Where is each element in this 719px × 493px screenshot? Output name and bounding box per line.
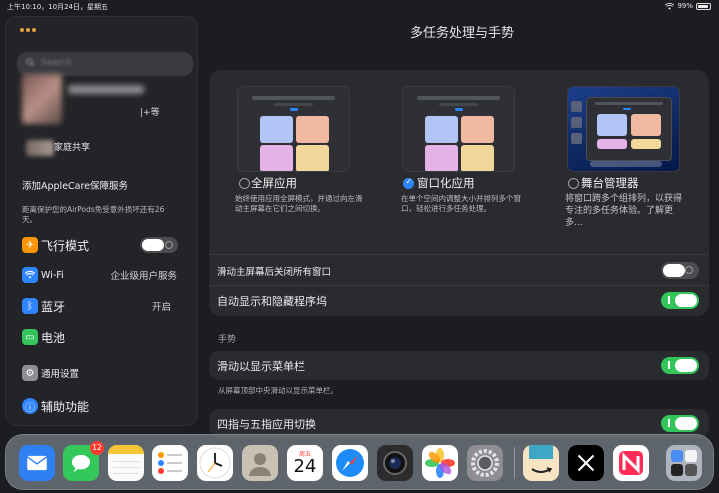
- profile-suffix: |+等: [140, 108, 160, 118]
- sidebar-item-accessibility[interactable]: ⓘ 辅助功能: [22, 396, 187, 416]
- airplane-mode-toggle[interactable]: [140, 237, 178, 253]
- contacts-app-icon[interactable]: [242, 445, 278, 481]
- sidebar-item-label: 辅助功能: [41, 399, 90, 414]
- clock-app-icon[interactable]: [197, 445, 233, 481]
- reminders-app-icon[interactable]: [152, 445, 188, 481]
- news-app-icon[interactable]: [613, 445, 649, 481]
- airpods-note: 距离保护您的AirPods免受意外损坏还有26天。: [22, 205, 165, 224]
- option-description: 将窗口跨多个组排列，以获得专注的多任务体验。了解更多...: [565, 194, 683, 228]
- dock: 12 周五 24: [5, 434, 714, 490]
- sidebar-item-label: 电池: [41, 330, 66, 345]
- windowed-preview-image: [402, 86, 515, 172]
- sidebar-item-label: 蓝牙: [41, 299, 66, 314]
- sidebar-item-bluetooth[interactable]: ᛒ 蓝牙 开启: [22, 296, 187, 316]
- status-bar: 上午10:10，10月24日，星期五 99%: [0, 0, 719, 12]
- stage-manager-radio[interactable]: [568, 178, 579, 189]
- row-label: 滑动以显示菜单栏: [217, 360, 305, 373]
- sidebar-item-label: 通用设置: [41, 369, 80, 380]
- search-icon: [26, 58, 35, 67]
- airplane-icon: ✈: [22, 237, 38, 253]
- photos-app-icon[interactable]: [422, 445, 458, 481]
- calendar-app-icon[interactable]: 周五 24: [287, 445, 323, 481]
- multitasking-card: 全屏应用 始终使用应用全屏模式，并通过向左滑动主屏幕在它们之间切换。 窗口化应用…: [209, 70, 709, 316]
- sidebar-item-airplane[interactable]: ✈ 飞行模式: [22, 235, 187, 255]
- bluetooth-value: 开启: [151, 302, 171, 313]
- fullscreen-radio[interactable]: [239, 178, 250, 189]
- mail-app-icon[interactable]: [19, 445, 55, 481]
- battery-icon: [696, 2, 711, 10]
- page-title: 多任务处理与手势: [410, 26, 515, 41]
- camera-app-icon[interactable]: [377, 445, 413, 481]
- option-label: 窗口化应用: [417, 176, 475, 190]
- notes-app-icon[interactable]: [108, 445, 144, 481]
- battery-settings-icon: ▭: [22, 329, 38, 345]
- option-stage-manager[interactable]: [567, 86, 695, 172]
- auto-hide-dock-toggle[interactable]: [661, 292, 699, 309]
- option-description: 始终使用应用全屏模式，并通过向左滑动主屏幕在它们之间切换。: [235, 194, 363, 213]
- profile-avatar[interactable]: [22, 74, 62, 124]
- row-label: 自动显示和隐藏程序坞: [217, 295, 327, 308]
- search-placeholder: Search: [41, 58, 72, 68]
- settings-app-icon[interactable]: [467, 445, 503, 481]
- safari-app-icon[interactable]: [332, 445, 368, 481]
- row-label: 四指与五指应用切换: [217, 418, 316, 431]
- window-controls[interactable]: [20, 28, 36, 32]
- gestures-section-header: 手势: [218, 335, 237, 345]
- windowed-radio[interactable]: [403, 177, 414, 189]
- close-windows-toggle[interactable]: [661, 262, 699, 279]
- wifi-icon: [22, 267, 38, 283]
- wifi-network-value: 企业级用户服务: [110, 271, 177, 282]
- sidebar-item-general[interactable]: ⚙ 通用设置: [22, 363, 187, 383]
- app-switch-gesture-toggle[interactable]: [661, 415, 699, 432]
- sidebar-item-battery[interactable]: ▭ 电池: [22, 327, 187, 347]
- gear-icon: ⚙: [22, 365, 38, 381]
- fullscreen-preview-image: [237, 86, 350, 172]
- profile-name-redacted[interactable]: [68, 85, 144, 94]
- option-windowed[interactable]: [402, 86, 530, 172]
- app-library-icon[interactable]: [666, 445, 702, 481]
- sidebar-item-wifi[interactable]: Wi-Fi 企业级用户服务: [22, 265, 187, 285]
- wifi-status-icon: [665, 2, 675, 10]
- calendar-day: 24: [293, 455, 317, 477]
- messages-app-icon[interactable]: 12: [63, 441, 104, 481]
- stage-manager-preview-image: [567, 86, 680, 172]
- option-label: 全屏应用: [251, 176, 297, 190]
- accessibility-icon: ⓘ: [22, 398, 38, 414]
- applecare-link[interactable]: 添加AppleCare保障服务: [22, 178, 128, 192]
- family-avatars: [26, 140, 54, 156]
- search-field[interactable]: Search: [17, 52, 193, 76]
- messages-badge: 12: [90, 441, 104, 455]
- family-sharing-link[interactable]: 家庭共享: [54, 140, 90, 153]
- battery-percent: 99%: [677, 2, 693, 10]
- gesture-card: 滑动以显示菜单栏: [209, 351, 709, 380]
- row-label: 滑动主屏幕后关闭所有窗口: [217, 267, 332, 278]
- option-fullscreen[interactable]: [237, 86, 365, 172]
- dock-divider: [514, 447, 515, 479]
- x-app-icon[interactable]: [568, 445, 604, 481]
- swipe-menu-bar-toggle[interactable]: [661, 357, 699, 374]
- sidebar-item-label: Wi-Fi: [41, 269, 64, 281]
- amazon-app-icon[interactable]: [523, 445, 559, 481]
- sidebar-item-label: 飞行模式: [41, 238, 90, 253]
- gesture-description: 从屏幕顶部中央滑动以显示菜单栏。: [218, 386, 338, 395]
- status-time: 上午10:10，10月24日，星期五: [7, 3, 108, 11]
- bluetooth-icon: ᛒ: [22, 298, 38, 314]
- option-label: 舞台管理器: [581, 176, 639, 190]
- option-description: 在单个空间内调整大小并排列多个窗口，轻松进行多任务处理。: [401, 194, 521, 213]
